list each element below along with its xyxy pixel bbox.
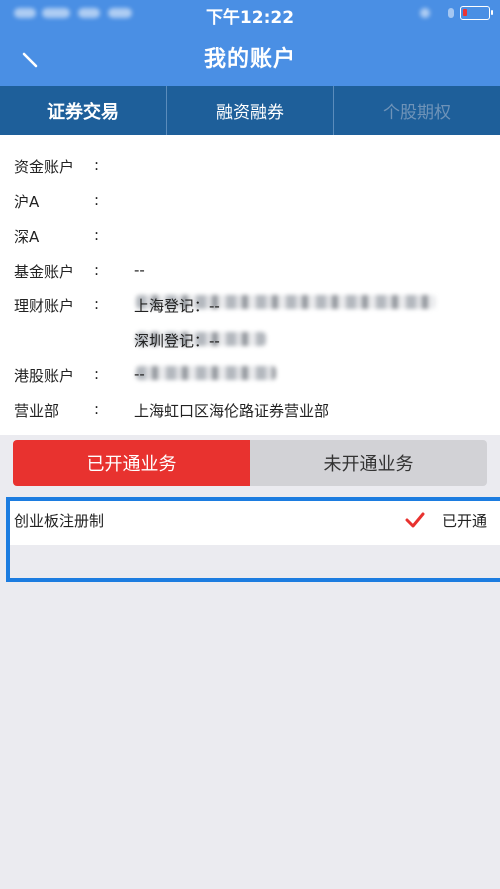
top-bar: 下午12:22 我的账户	[0, 0, 500, 86]
battery-icon	[460, 6, 493, 20]
wealth-label: 理财账户	[14, 297, 75, 315]
branch-label: 营业部	[14, 402, 60, 420]
hk-label: 港股账户	[14, 367, 75, 385]
branch-value: 上海虹口区海伦路证券营业部	[134, 402, 330, 420]
sh-a-label: 沪A	[14, 193, 40, 211]
colon: :	[94, 261, 100, 279]
tab-margin-trading[interactable]: 融资融券	[166, 86, 333, 135]
service-status: 已开通	[442, 512, 488, 530]
list-item[interactable]: 创业板注册制 已开通	[10, 501, 500, 545]
wealth-sz-registration: 深圳登记：--	[134, 332, 220, 350]
business-segment-control: 已开通业务 未开通业务	[13, 440, 487, 486]
fund-label: 基金账户	[14, 263, 75, 281]
colon: :	[94, 400, 100, 418]
services-list: 创业板注册制 已开通	[6, 497, 500, 582]
lock-icon	[448, 8, 454, 18]
account-info-panel: 资金账户 : 沪A : 深A : 基金账户 : -- 理财账户 : 上海登记：-…	[0, 135, 500, 435]
tab-securities-trading[interactable]: 证券交易	[0, 86, 166, 135]
opened-services-button[interactable]: 已开通业务	[13, 440, 250, 486]
checkmark-icon	[405, 512, 425, 528]
service-name: 创业板注册制	[14, 512, 105, 530]
colon: :	[94, 365, 100, 383]
fund-value: --	[134, 261, 145, 279]
page-title: 我的账户	[203, 47, 296, 72]
sz-a-label: 深A	[14, 228, 40, 246]
colon: :	[94, 295, 100, 313]
status-bar: 下午12:22	[0, 0, 500, 28]
colon: :	[94, 156, 100, 174]
tab-stock-options[interactable]: 个股期权	[333, 86, 500, 135]
wealth-sh-registration: 上海登记：--	[134, 297, 220, 315]
not-opened-services-button[interactable]: 未开通业务	[250, 440, 487, 486]
alarm-icon	[420, 8, 430, 18]
fund-account-label: 资金账户	[14, 158, 75, 176]
hk-value: --	[134, 365, 145, 383]
tab-bar: 证券交易 融资融券 个股期权	[0, 86, 500, 135]
list-empty-area	[10, 545, 500, 578]
colon: :	[94, 191, 100, 209]
sz-a-number-masked	[136, 366, 276, 380]
colon: :	[94, 226, 100, 244]
